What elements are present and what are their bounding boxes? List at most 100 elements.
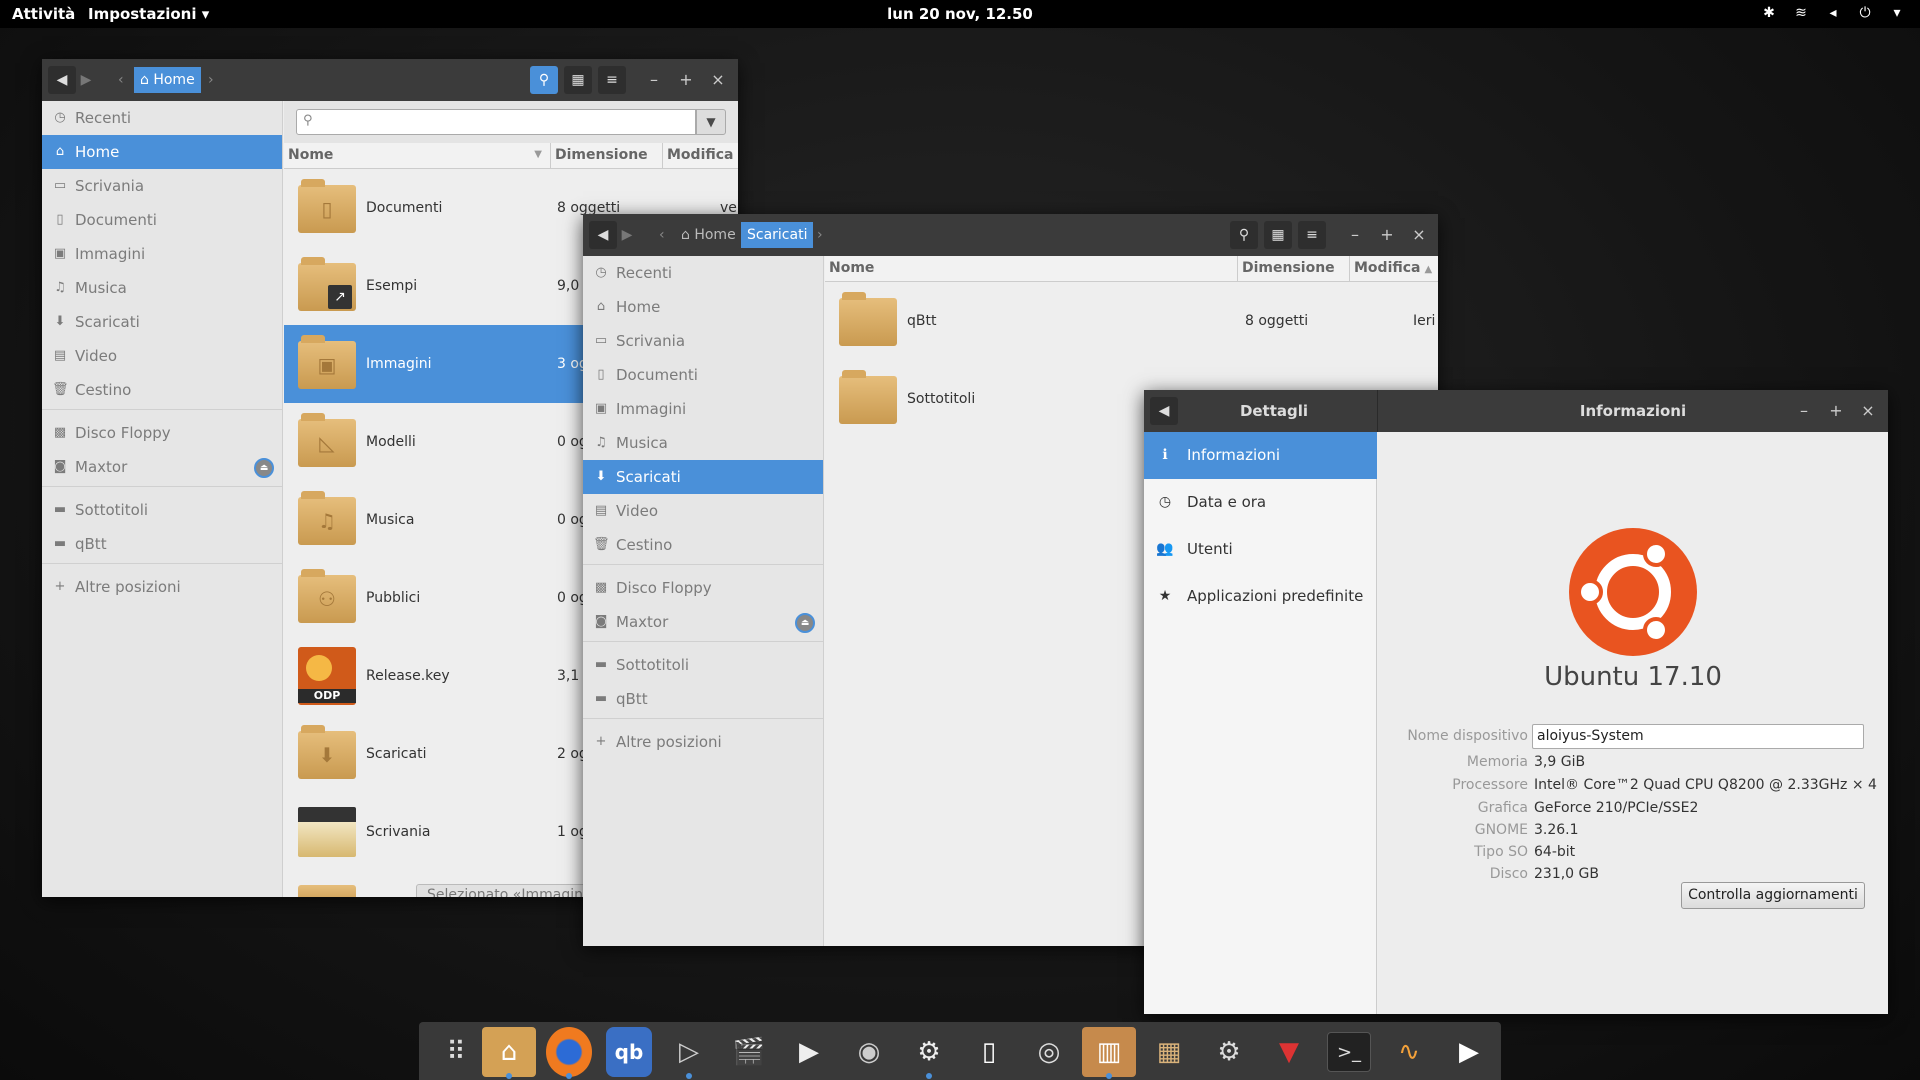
sidebar-item-applicazioni-predefinite[interactable]: ★ Applicazioni predefinite (1144, 573, 1377, 620)
eject-button[interactable]: ⏏ (795, 613, 815, 633)
sidebar-item-documenti[interactable]: ▯ Documenti (42, 203, 282, 237)
terminal-icon[interactable]: >_ (1327, 1032, 1371, 1072)
sidebar-item-maxtor[interactable]: ◙ Maxtor ⏏ (583, 605, 823, 639)
search-options-button[interactable]: ▼ (696, 109, 726, 135)
sidebar-item-scrivania[interactable]: ▭ Scrivania (42, 169, 282, 203)
app-menu-button[interactable]: Impostazioni ▾ (88, 5, 209, 23)
camera-icon[interactable]: ◎ (1022, 1027, 1076, 1077)
column-header-modified[interactable]: Modifica ▲ (1350, 256, 1438, 282)
sidebar-item-disco-floppy[interactable]: ▩ Disco Floppy (583, 571, 823, 605)
sidebar-item-scrivania[interactable]: ▭ Scrivania (583, 324, 823, 358)
minimize-button[interactable]: – (1792, 397, 1816, 425)
column-header-name[interactable]: Nome ▼ (284, 143, 551, 169)
maximize-button[interactable]: + (1824, 397, 1848, 425)
volume-icon[interactable]: ◂ (1824, 4, 1842, 22)
power-icon[interactable]: ⏻ (1856, 4, 1874, 22)
sidebar-item-qbtt[interactable]: ▬ qBtt (583, 682, 823, 716)
accessibility-icon[interactable]: ✱ (1760, 4, 1778, 22)
sidebar-item-scaricati[interactable]: ⬇ Scaricati (42, 305, 282, 339)
package-installer-icon[interactable]: ▦ (1142, 1027, 1196, 1077)
menu-button[interactable]: ≡ (1298, 221, 1326, 249)
system-monitor-icon[interactable]: ∿ (1382, 1027, 1436, 1077)
close-button[interactable]: × (1856, 397, 1880, 425)
minimize-button[interactable]: – (642, 66, 666, 94)
wifi-icon[interactable]: ≋ (1792, 4, 1810, 22)
plus-icon: + (595, 734, 607, 749)
sidebar-item-informazioni[interactable]: ℹ Informazioni (1144, 432, 1377, 479)
back-button[interactable]: ◀ (1150, 397, 1178, 425)
breadcrumb-scroll-right[interactable]: › (811, 222, 829, 248)
sidebar-item-altre-posizioni[interactable]: + Altre posizioni (42, 570, 282, 604)
sidebar-item-recenti[interactable]: ◷ Recenti (42, 101, 282, 135)
sidebar-item-utenti[interactable]: 👥 Utenti (1144, 526, 1377, 573)
column-header-modified[interactable]: Modifica (663, 143, 738, 169)
clock[interactable]: lun 20 nov, 12.50 (887, 5, 1033, 23)
sidebar-item-qbtt[interactable]: ▬ qBtt (42, 527, 282, 561)
sidebar-item-disco-floppy[interactable]: ▩ Disco Floppy (42, 416, 282, 450)
breadcrumb-scroll-right[interactable]: › (202, 67, 220, 93)
sidebar-item-video[interactable]: ▤ Video (42, 339, 282, 373)
table-row[interactable]: qBtt 8 oggetti Ieri (825, 282, 1438, 360)
sidebar-item-sottotitoli[interactable]: ▬ Sottotitoli (583, 648, 823, 682)
app-grid-icon[interactable]: ⠿ (429, 1027, 483, 1077)
sidebar-item-home[interactable]: ⌂ Home (583, 290, 823, 324)
close-button[interactable]: × (1407, 221, 1431, 249)
breadcrumb-current[interactable]: Scaricati (741, 222, 814, 248)
system-tool-icon[interactable]: ⚙ (902, 1027, 956, 1079)
check-updates-button[interactable]: Controlla aggiornamenti (1681, 882, 1865, 909)
sidebar-item-musica[interactable]: ♫ Musica (42, 271, 282, 305)
info-label: Processore (1452, 777, 1528, 793)
search-toggle-button[interactable]: ⚲ (530, 66, 558, 94)
firefox-icon[interactable] (546, 1027, 592, 1079)
chevron-down-icon[interactable]: ▾ (1888, 4, 1906, 22)
qbittorrent-icon[interactable]: qb (606, 1027, 652, 1077)
eject-button[interactable]: ⏏ (254, 458, 274, 478)
sidebar-item-immagini[interactable]: ▣ Immagini (42, 237, 282, 271)
column-header-name[interactable]: Nome (825, 256, 1238, 282)
video-editor-icon[interactable]: 🎬 (722, 1027, 776, 1077)
column-header-size[interactable]: Dimensione (1238, 256, 1350, 282)
settings-gear-icon[interactable]: ⚙ (1202, 1027, 1256, 1077)
maximize-button[interactable]: + (674, 66, 698, 94)
breadcrumb-home[interactable]: ⌂ Home (134, 67, 201, 93)
media-player-icon[interactable]: ▷ (662, 1027, 716, 1079)
sidebar-item-musica[interactable]: ♫ Musica (583, 426, 823, 460)
sidebar-item-cestino[interactable]: 🗑 Cestino (583, 528, 823, 562)
files-icon[interactable]: ⌂ (482, 1027, 536, 1079)
sidebar-item-sottotitoli[interactable]: ▬ Sottotitoli (42, 493, 282, 527)
minimize-button[interactable]: – (1343, 221, 1367, 249)
sidebar-item-altre-posizioni[interactable]: + Altre posizioni (583, 725, 823, 759)
sidebar-item-cestino[interactable]: 🗑 Cestino (42, 373, 282, 407)
grid-view-button[interactable]: ▦ (1264, 221, 1292, 249)
speaker-icon[interactable]: ◉ (842, 1027, 896, 1077)
sidebar-item-home[interactable]: ⌂ Home (42, 135, 282, 169)
system-tray[interactable]: ✱ ≋ ◂ ⏻ ▾ (1760, 4, 1906, 22)
sidebar-item-recenti[interactable]: ◷ Recenti (583, 256, 823, 290)
sidebar-item-documenti[interactable]: ▯ Documenti (583, 358, 823, 392)
search-input[interactable]: ⚲ (296, 109, 696, 135)
device-name-input[interactable]: aloiyus-System (1532, 724, 1864, 749)
breadcrumb-scroll-left[interactable]: ‹ (653, 222, 671, 248)
play-circle-icon[interactable]: ▶ (1442, 1027, 1496, 1077)
breadcrumb-home[interactable]: ⌂ Home (675, 222, 742, 248)
forward-button[interactable]: ▶ (613, 221, 641, 249)
sidebar-item-immagini[interactable]: ▣ Immagini (583, 392, 823, 426)
breadcrumb-scroll-left[interactable]: ‹ (112, 67, 130, 93)
sidebar-item-data-ora[interactable]: ◷ Data e ora (1144, 479, 1377, 526)
column-header-size[interactable]: Dimensione (551, 143, 663, 169)
clapper-icon[interactable]: ▶ (782, 1027, 836, 1077)
close-button[interactable]: × (706, 66, 730, 94)
maximize-button[interactable]: + (1375, 221, 1399, 249)
activities-button[interactable]: Attività (12, 5, 75, 23)
sidebar-item-scaricati[interactable]: ⬇ Scaricati (583, 460, 823, 494)
forward-button[interactable]: ▶ (72, 66, 100, 94)
sidebar-item-video[interactable]: ▤ Video (583, 494, 823, 528)
menu-button[interactable]: ≡ (598, 66, 626, 94)
search-toggle-button[interactable]: ⚲ (1230, 221, 1258, 249)
archive-icon[interactable]: ▥ (1082, 1027, 1136, 1079)
sidebar-item-maxtor[interactable]: ◙ Maxtor ⏏ (42, 450, 282, 484)
grid-view-button[interactable]: ▦ (564, 66, 592, 94)
blank-document-icon[interactable]: ▯ (962, 1027, 1016, 1077)
tux-suit-icon[interactable]: ▼ (1262, 1027, 1316, 1077)
device-name-label: Nome dispositivo (1407, 728, 1528, 744)
